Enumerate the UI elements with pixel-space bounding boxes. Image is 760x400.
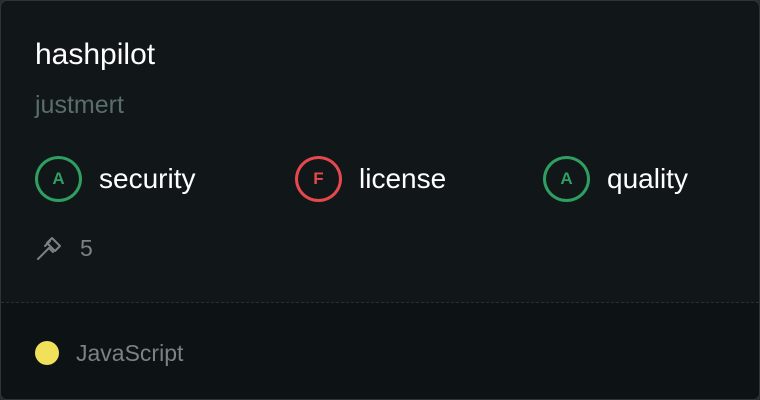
repo-card[interactable]: hashpilot justmert A security F license … [0,0,760,400]
score-label: license [359,163,447,194]
grade-badge: A [543,156,590,202]
language-info: JavaScript [35,339,183,367]
stats-row: 5 [35,234,93,262]
stat-count: 5 [80,235,93,261]
score-label: security [99,163,196,194]
score-quality: A quality [543,156,688,202]
repo-owner[interactable]: justmert [35,90,124,120]
language-color-dot [35,341,59,365]
score-label: quality [607,163,688,194]
score-list: A security F license A quality [35,156,735,202]
grade-badge: F [295,156,342,202]
hammer-icon [37,237,61,260]
grade-badge: A [35,156,82,202]
score-security: A security [35,156,195,202]
score-license: F license [295,156,446,202]
repo-name[interactable]: hashpilot [35,37,155,73]
language-label: JavaScript [76,340,184,366]
card-footer: JavaScript [1,303,759,399]
